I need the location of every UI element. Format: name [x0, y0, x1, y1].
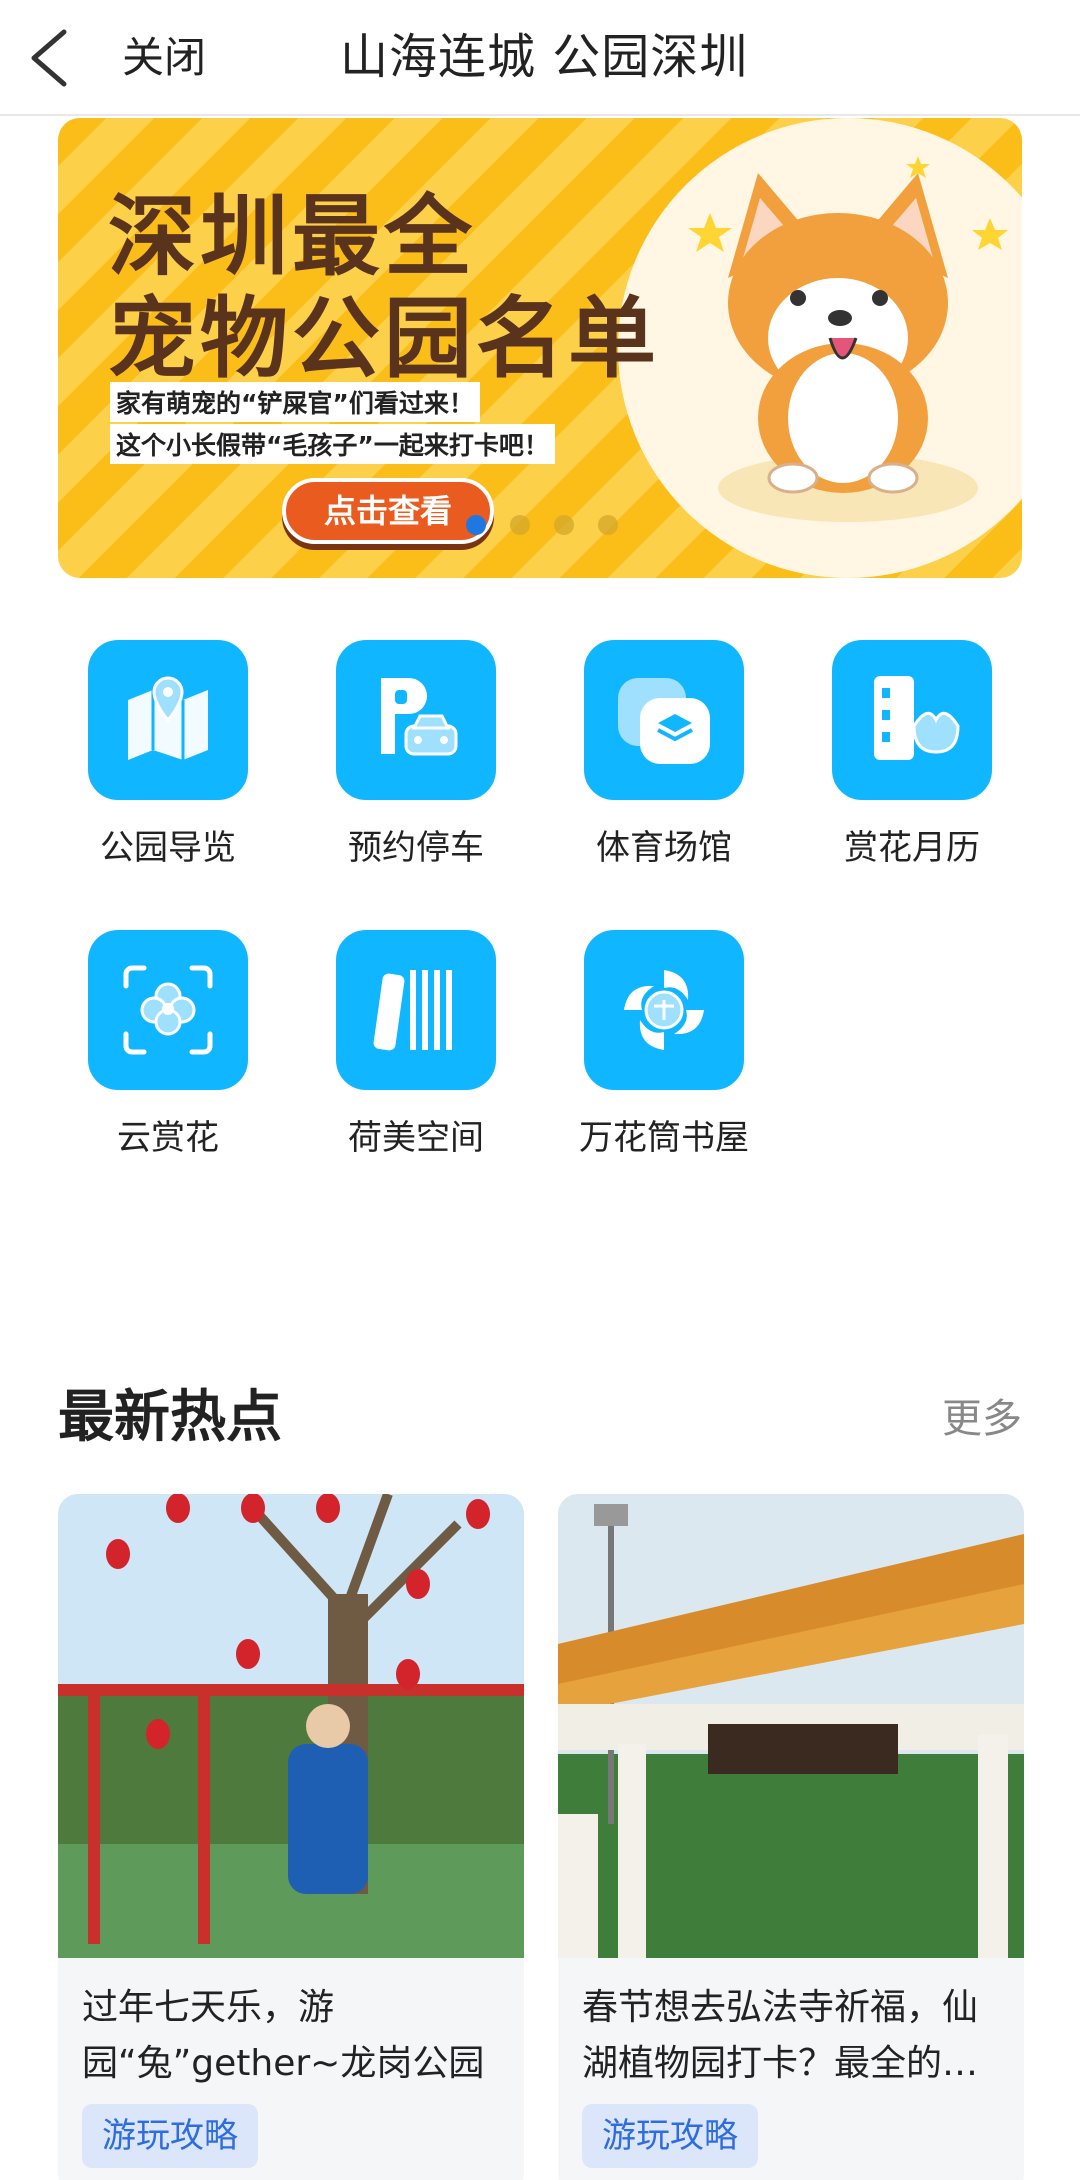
banner-headline-2: 宠物公园名单 — [108, 287, 661, 390]
carousel-indicator — [466, 515, 642, 539]
grid-item-label: 云赏花 — [117, 1118, 219, 1158]
close-button[interactable]: 关闭 — [122, 30, 206, 86]
corgi-illustration — [688, 156, 1008, 522]
grid-item-label: 预约停车 — [348, 828, 484, 868]
grid-item-cloud-flower[interactable]: 云赏花 — [68, 930, 268, 1164]
article-tag[interactable]: 游玩攻略 — [582, 2104, 758, 2168]
grid-item-flower-calendar[interactable]: 赏花月历 — [812, 640, 1012, 874]
grid-item-kaleidoscope-bookstore[interactable]: 万花筒书屋 — [564, 930, 764, 1164]
grid-item-parking[interactable]: 预约停车 — [316, 640, 516, 874]
carousel-dot[interactable] — [554, 515, 574, 535]
article-title: 春节想去弘法寺祈福，仙湖植物园打卡？最全的… — [582, 1987, 979, 2084]
grid-item-label: 公园导览 — [100, 828, 236, 868]
article-tag[interactable]: 游玩攻略 — [82, 2104, 258, 2168]
flower-scan-icon — [88, 930, 248, 1090]
article-title: 过年七天乐，游园“兔”gether~龙岗公园新春活… — [82, 1987, 485, 2084]
books-icon — [336, 930, 496, 1090]
article-image-gate — [558, 1494, 1024, 1958]
grid-item-label: 体育场馆 — [596, 828, 732, 868]
banner-subtitle-1: 家有萌宠的“铲屎官”们看过来！ — [110, 382, 480, 422]
grid-item-label: 万花筒书屋 — [579, 1118, 749, 1158]
section-title: 最新热点 — [58, 1385, 282, 1450]
top-bar: 关闭 山海连城 公园深圳 — [0, 0, 1080, 116]
banner-illustration-circle — [618, 118, 1022, 578]
building-flower-icon — [832, 640, 992, 800]
carousel-dot[interactable] — [510, 515, 530, 535]
carousel-dot[interactable] — [598, 515, 618, 535]
article-image-park — [58, 1494, 524, 1958]
grid-item-label: 荷美空间 — [348, 1118, 484, 1158]
map-pin-icon — [88, 640, 248, 800]
grid-item-label: 赏花月历 — [844, 828, 980, 868]
grid-item-stadium[interactable]: 体育场馆 — [564, 640, 764, 874]
article-card[interactable]: 过年七天乐，游园“兔”gether~龙岗公园新春活… 游玩攻略 — [58, 1494, 524, 2180]
grid-item-hemei-space[interactable]: 荷美空间 — [316, 930, 516, 1164]
article-card[interactable]: 春节想去弘法寺祈福，仙湖植物园打卡？最全的… 游玩攻略 — [558, 1494, 1024, 2180]
promo-banner[interactable]: 深圳最全 宠物公园名单 家有萌宠的“铲屎官”们看过来！ 这个小长假带“毛孩子”一… — [58, 118, 1022, 578]
layers-icon — [584, 640, 744, 800]
more-link[interactable]: 更多 — [942, 1386, 1022, 1444]
kaleidoscope-book-icon — [584, 930, 744, 1090]
banner-view-button[interactable]: 点击查看 — [282, 478, 494, 544]
grid-item-park-guide[interactable]: 公园导览 — [68, 640, 268, 874]
chevron-left-icon[interactable] — [24, 26, 88, 90]
carousel-dot[interactable] — [466, 515, 486, 535]
banner-subtitle-2: 这个小长假带“毛孩子”一起来打卡吧！ — [110, 424, 555, 464]
parking-car-icon — [336, 640, 496, 800]
page-title: 山海连城 公园深圳 — [340, 29, 749, 85]
